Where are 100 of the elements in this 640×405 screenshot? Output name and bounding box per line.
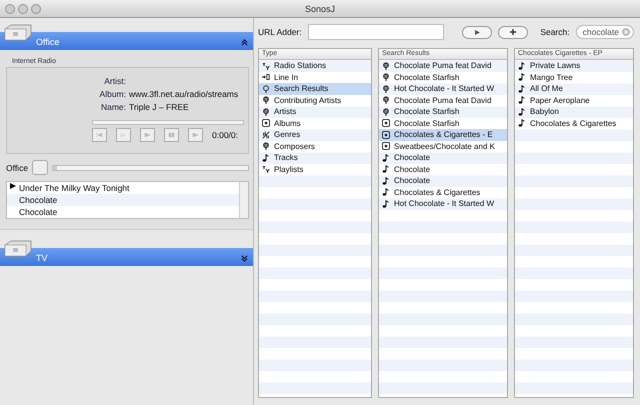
disc-icon <box>382 130 390 139</box>
music-note-icon <box>382 188 390 196</box>
list-item[interactable]: Chocolates & Cigarettes - E <box>379 129 507 140</box>
list-item[interactable]: Playlists <box>259 164 371 175</box>
list-item[interactable]: All Of Me <box>515 83 633 94</box>
microphone-icon <box>382 62 390 70</box>
expand-icon[interactable] <box>241 255 248 262</box>
music-note-icon <box>382 154 390 162</box>
list-item[interactable]: Babylon <box>515 106 633 118</box>
list-item[interactable]: Radio Stations <box>259 60 371 72</box>
scrollbar[interactable] <box>239 182 248 218</box>
play-icon <box>144 132 151 138</box>
pause-icon <box>168 132 175 138</box>
list-item[interactable]: Chocolate Starfish <box>379 72 507 83</box>
search-label: Search: <box>540 27 570 37</box>
queue-title: Under The Milky Way Tonight <box>19 182 130 194</box>
search-field[interactable]: chocolate <box>576 25 634 39</box>
radio-icon <box>262 62 270 70</box>
minimize-button[interactable] <box>18 4 28 14</box>
music-note-icon <box>382 200 390 208</box>
collapse-icon[interactable] <box>241 39 248 46</box>
next-button[interactable] <box>188 128 203 142</box>
previous-button[interactable] <box>92 128 107 142</box>
list-item[interactable]: Genres <box>259 129 371 140</box>
microphone-icon <box>382 73 390 82</box>
list-item[interactable]: Chocolate Starfish <box>379 118 507 129</box>
radio-icon <box>262 165 270 174</box>
progress-bar[interactable] <box>92 120 244 125</box>
music-note-icon <box>382 165 390 174</box>
search-icon <box>262 84 270 93</box>
list-item[interactable]: Tracks <box>259 152 371 164</box>
music-note-icon <box>262 154 270 162</box>
list-item[interactable]: Artists <box>259 106 371 118</box>
disc-icon <box>382 142 390 150</box>
list-item[interactable]: Mango Tree <box>515 72 633 83</box>
list-item[interactable]: Chocolate Puma feat David <box>379 60 507 72</box>
genre-icon <box>262 130 270 139</box>
zone-name: Office <box>35 36 60 49</box>
disc-icon <box>262 119 270 128</box>
microphone-icon <box>262 96 270 104</box>
list-item[interactable]: Hot Chocolate - It Started W <box>379 83 507 94</box>
microphone-icon <box>382 84 390 93</box>
url-field[interactable] <box>308 24 444 40</box>
pause-button[interactable] <box>164 128 179 142</box>
microphone-icon <box>382 96 390 104</box>
field-value: www.3fl.net.au/radio/streams <box>129 88 238 101</box>
speaker-device-icon <box>3 23 33 43</box>
list-item[interactable]: Albums <box>259 118 371 129</box>
microphone-icon <box>382 108 390 116</box>
list-item[interactable]: Chocolate <box>379 164 507 175</box>
time-readout: 0:00/0: <box>212 130 238 140</box>
window-title: SonosJ <box>304 4 336 14</box>
queue-title: Chocolate <box>19 206 58 218</box>
list-item[interactable]: Line In <box>259 72 371 83</box>
list-item[interactable]: Chocolates & Cigarettes <box>379 186 507 198</box>
field-label: Name: <box>100 101 126 114</box>
list-item[interactable]: Contributing Artists <box>259 94 371 106</box>
microphone-icon <box>262 142 270 150</box>
list-item[interactable]: Chocolate <box>379 175 507 186</box>
queue-item[interactable]: Chocolate <box>7 206 239 218</box>
music-note-icon <box>518 108 526 116</box>
clear-icon[interactable] <box>622 28 630 36</box>
music-note-icon <box>518 73 526 82</box>
disc-icon <box>382 119 390 128</box>
list-item[interactable]: Private Lawns <box>515 60 633 72</box>
zone-name: TV <box>35 252 49 265</box>
music-note-icon <box>518 62 526 70</box>
queue-title: Chocolate <box>19 194 58 206</box>
close-button[interactable] <box>5 4 15 14</box>
queue-item[interactable]: Under The Milky Way Tonight <box>7 182 239 194</box>
list-item[interactable]: Paper Aeroplane <box>515 94 633 106</box>
rewind-icon <box>120 132 127 138</box>
plus-icon <box>510 28 516 34</box>
list-item[interactable]: Sweatbees/Chocolate and K <box>379 140 507 152</box>
add-button[interactable] <box>498 26 528 38</box>
list-item[interactable]: Search Results <box>259 83 371 94</box>
music-note-icon <box>518 96 526 104</box>
next-icon <box>192 132 199 138</box>
music-note-icon <box>518 119 526 128</box>
list-item[interactable]: Chocolate Starfish <box>379 106 507 118</box>
play-button[interactable] <box>462 26 492 38</box>
queue-item[interactable]: Chocolate <box>7 194 239 206</box>
music-note-icon <box>518 84 526 93</box>
list-item[interactable]: Chocolates & Cigarettes <box>515 118 633 129</box>
zone-label: Office <box>6 162 28 172</box>
list-item[interactable]: Composers <box>259 140 371 152</box>
field-label: Album: <box>98 88 126 101</box>
zoom-button[interactable] <box>31 4 41 14</box>
rewind-button[interactable] <box>116 128 131 142</box>
url-label: URL Adder: <box>258 27 302 37</box>
music-note-icon <box>382 176 390 185</box>
list-item[interactable]: Hot Chocolate - It Started W <box>379 198 507 210</box>
field-label: Artist: <box>103 75 126 88</box>
previous-icon <box>96 132 103 138</box>
volume-slider[interactable] <box>52 164 249 170</box>
mute-button[interactable] <box>32 160 48 175</box>
list-item[interactable]: Chocolate Puma feat David <box>379 94 507 106</box>
zone-header[interactable]: Office <box>0 32 253 50</box>
plug-icon <box>262 73 270 82</box>
list-item[interactable]: Chocolate <box>379 152 507 164</box>
